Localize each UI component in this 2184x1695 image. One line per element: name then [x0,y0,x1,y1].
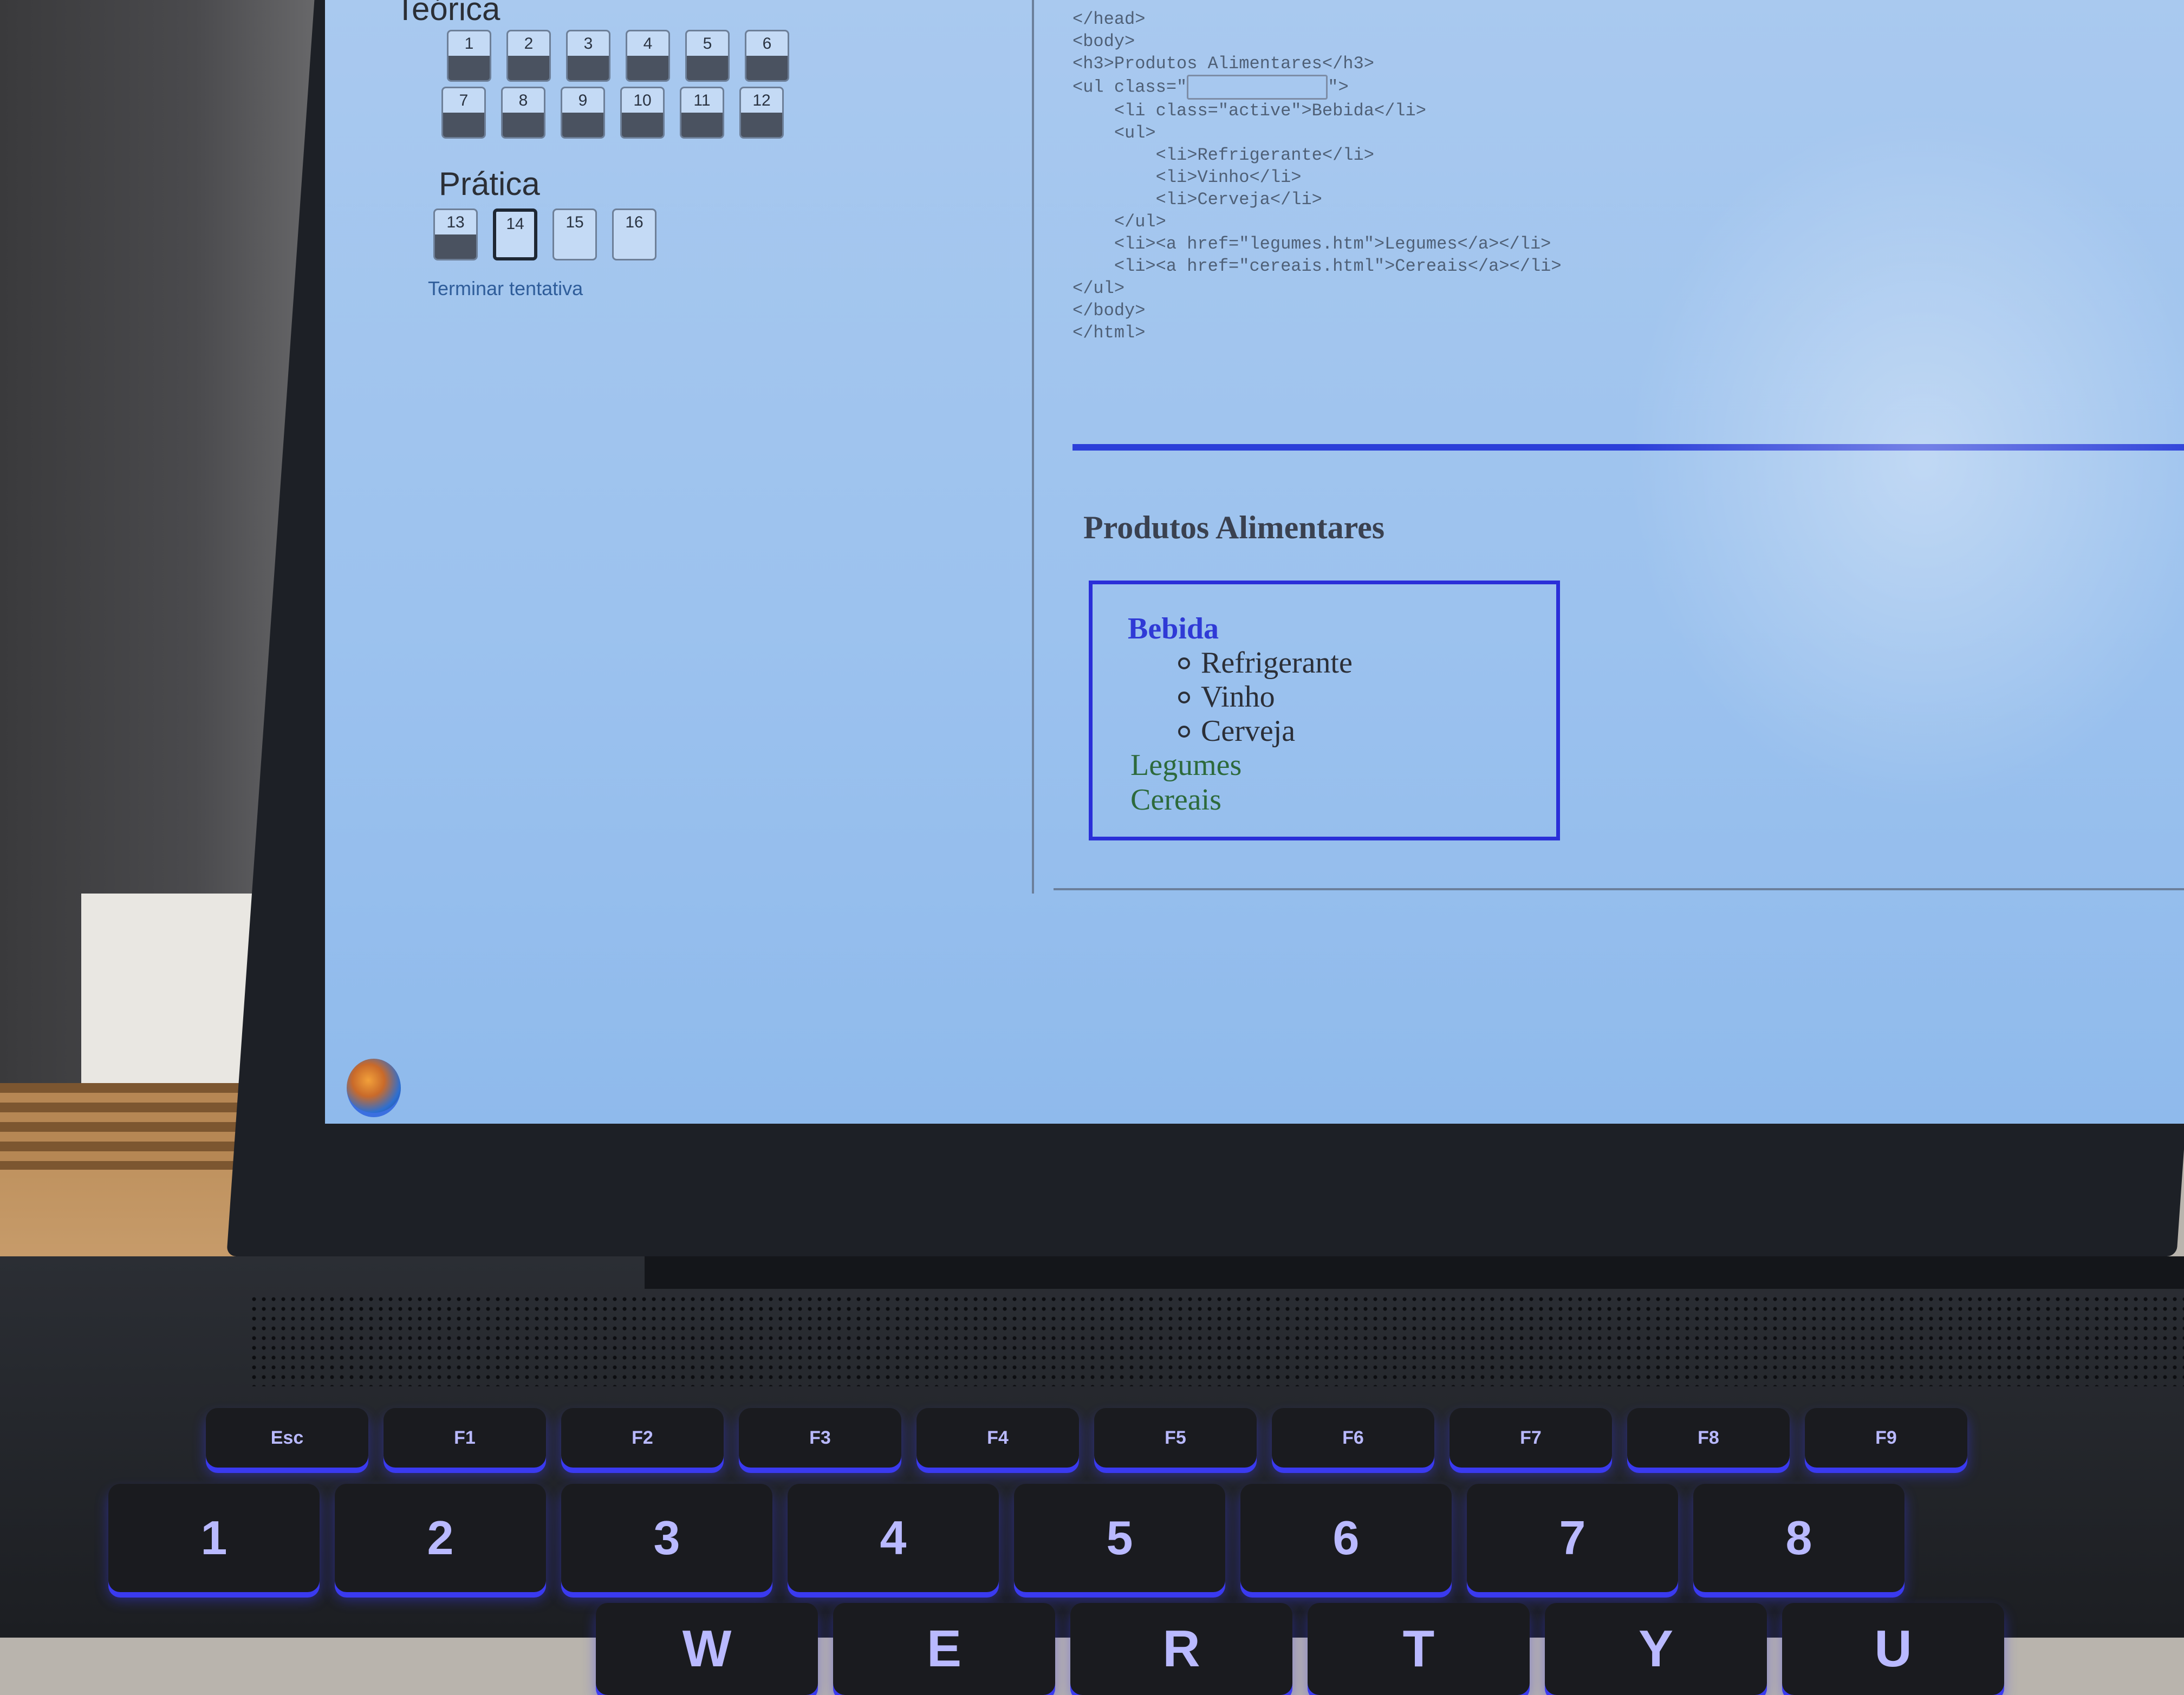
question-button-4[interactable]: 4 [626,30,670,82]
code-line: <h3>Produtos Alimentares</h3> [1072,54,1374,74]
question-grid-teorica-row-1: 1 2 3 4 5 6 [447,30,789,82]
section-title-teorica: Teórica [395,0,500,27]
finish-attempt-link[interactable]: Terminar tentativa [428,277,583,300]
key-7[interactable]: 7 [1467,1484,1678,1592]
question-button-12[interactable]: 12 [739,87,784,139]
submenu-item: Vinho [1201,680,1275,714]
number-key-row: 1 2 3 4 5 6 7 8 [108,1484,1904,1592]
question-button-6[interactable]: 6 [745,30,789,82]
key-t[interactable]: T [1308,1603,1530,1695]
question-button-8[interactable]: 8 [501,87,545,139]
class-answer-input[interactable] [1187,75,1328,100]
key-2[interactable]: 2 [335,1484,546,1592]
code-line: <li class="active">Bebida</li> [1072,101,1426,121]
key-u[interactable]: U [1782,1603,2004,1695]
question-button-15[interactable]: 15 [552,208,597,260]
question-button-16[interactable]: 16 [612,208,656,260]
key-8[interactable]: 8 [1693,1484,1904,1592]
key-e[interactable]: E [833,1603,1055,1695]
bullet-icon [1178,657,1190,669]
question-button-1[interactable]: 1 [447,30,491,82]
key-f6[interactable]: F6 [1272,1408,1434,1468]
section-title-pratica: Prática [439,166,540,202]
code-line: </ul> [1072,212,1166,232]
start-menu-icon[interactable] [347,1059,401,1117]
key-f7[interactable]: F7 [1450,1408,1612,1468]
code-fragment: <ul class=" [1072,77,1187,97]
bullet-icon [1178,692,1190,703]
panel-divider [1032,0,1034,894]
screen-glare [1625,108,2184,812]
question-button-11[interactable]: 11 [680,87,724,139]
question-button-9[interactable]: 9 [561,87,605,139]
code-line: </head> [1072,9,1146,29]
alpha-key-row: W E R T Y U [596,1603,2004,1695]
key-f1[interactable]: F1 [384,1408,546,1468]
code-fragment: "> [1328,77,1349,97]
key-1[interactable]: 1 [108,1484,320,1592]
function-key-row: Esc F1 F2 F3 F4 F5 F6 F7 F8 F9 [206,1408,1967,1468]
submenu-item: Cerveja [1201,714,1296,748]
question-button-5[interactable]: 5 [685,30,730,82]
question-grid-pratica: 13 14 15 16 [433,208,656,260]
key-esc[interactable]: Esc [206,1408,368,1468]
key-w[interactable]: W [596,1603,818,1695]
question-button-7[interactable]: 7 [441,87,486,139]
preview-separator [1072,444,2184,451]
key-6[interactable]: 6 [1240,1484,1452,1592]
question-button-14-current[interactable]: 14 [493,208,537,260]
key-r[interactable]: R [1070,1603,1292,1695]
code-line: </html> [1072,323,1146,343]
code-line: </body> [1072,301,1146,321]
content-bottom-border [1054,888,2184,890]
key-f2[interactable]: F2 [561,1408,724,1468]
code-listing: </head> <body> <h3>Produtos Alimentares</h… [1072,8,1562,344]
laptop-hinge [645,1256,2184,1289]
menu-link-cereais[interactable]: Cereais [1130,783,1221,817]
code-line-with-blank: <ul class=" "> [1072,75,1562,100]
question-button-3[interactable]: 3 [566,30,610,82]
code-line: <li><a href="legumes.htm">Legumes</a></l… [1072,234,1551,254]
code-line: <ul> [1072,123,1156,143]
code-line: <body> [1072,31,1135,51]
key-f3[interactable]: F3 [739,1408,901,1468]
menu-item-active: Bebida [1128,612,1219,646]
speaker-grille [249,1294,2184,1386]
question-button-10[interactable]: 10 [620,87,665,139]
key-f5[interactable]: F5 [1094,1408,1257,1468]
menu-link-legumes[interactable]: Legumes [1130,748,1242,783]
question-grid-teorica-row-2: 7 8 9 10 11 12 [441,87,784,139]
key-4[interactable]: 4 [788,1484,999,1592]
code-line: <li>Refrigerante</li> [1072,145,1374,165]
key-y[interactable]: Y [1545,1603,1767,1695]
code-line: <li>Vinho</li> [1072,167,1302,187]
submenu-item: Refrigerante [1201,646,1353,680]
key-3[interactable]: 3 [561,1484,772,1592]
bullet-icon [1178,726,1190,738]
key-5[interactable]: 5 [1014,1484,1225,1592]
laptop-screen: Teórica 1 2 3 4 5 6 7 8 9 10 11 12 Práti… [325,0,2184,1124]
code-line: <li><a href="cereais.html">Cereais</a></… [1072,256,1562,276]
question-button-2[interactable]: 2 [506,30,551,82]
question-button-13[interactable]: 13 [433,208,478,260]
key-f9[interactable]: F9 [1805,1408,1967,1468]
code-line: </ul> [1072,278,1125,298]
preview-heading: Produtos Alimentares [1083,510,1385,545]
key-f4[interactable]: F4 [916,1408,1079,1468]
preview-menu-box: Bebida Refrigerante Vinho Cerveja Legume… [1089,581,1560,840]
code-line: <li>Cerveja</li> [1072,190,1322,210]
key-f8[interactable]: F8 [1627,1408,1790,1468]
